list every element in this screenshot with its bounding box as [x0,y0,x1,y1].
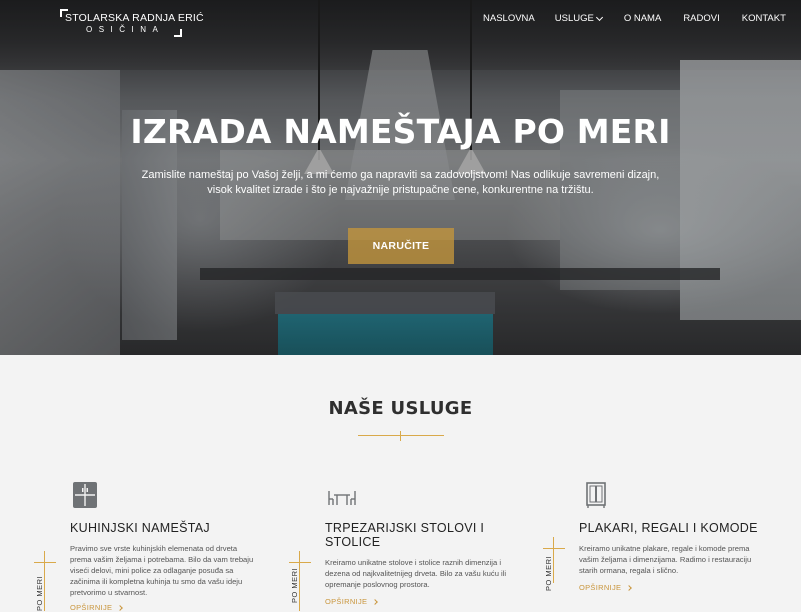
nav-link-usluge-label: USLUGE [554,13,594,24]
nav-link-o-nama[interactable]: O NAMA [624,13,661,24]
vertical-label: PO MERI [35,575,44,611]
section-divider [358,435,444,436]
read-more-link[interactable]: OPŠIRNIJE [579,583,633,592]
hero-title: IZRADA NAMEŠTAJA PO MERI [130,112,671,151]
read-more-link[interactable]: OPŠIRNIJE [325,597,379,606]
hero-banner: STOLARSKA RADNJA ERIĆ OSIČINA NASLOVNA U… [0,0,801,355]
cabinet-icon [72,481,98,509]
section-divider-tick [400,431,401,441]
section-title: NAŠE USLUGE [328,398,473,419]
logo-subtitle: OSIČINA [86,25,165,34]
chevron-right-icon [117,605,124,611]
service-title: TRPEZARIJSKI STOLOVI I STOLICE [325,521,485,549]
service-title: PLAKARI, REGALI I KOMODE [579,521,758,535]
decorative-line [34,562,56,563]
main-nav: NASLOVNA USLUGE O NAMA RADOVI KONTAKT [483,13,786,24]
nav-link-radovi[interactable]: RADOVI [683,13,719,24]
vertical-label: PO MERI [544,555,553,591]
service-description: Kreiramo unikatne stolove i stolice razn… [325,558,507,589]
chevron-right-icon [372,599,379,605]
wardrobe-icon [585,481,611,509]
nav-link-kontakt[interactable]: KONTAKT [742,13,786,24]
decorative-line [553,537,554,583]
read-more-label: OPŠIRNIJE [579,583,622,592]
service-title: KUHINJSKI NAMEŠTAJ [70,521,210,535]
chevron-down-icon [595,13,603,21]
hero-subtitle: Zamislite nameštaj po Vašoj želji, a mi … [141,169,660,196]
decorative-line [289,562,311,563]
logo-corner [174,29,182,37]
table-chairs-icon [327,481,357,509]
logo-title: STOLARSKA RADNJA ERIĆ [65,12,204,24]
read-more-label: OPŠIRNIJE [325,597,368,606]
service-card-wardrobes: PLAKARI, REGALI I KOMODE Kreiramo unikat… [579,475,799,611]
site-logo[interactable]: STOLARSKA RADNJA ERIĆ OSIČINA [60,9,204,37]
decorative-line [299,551,300,611]
nav-link-usluge[interactable]: USLUGE [554,13,603,24]
decorative-line [543,548,565,549]
service-card-dining: TRPEZARIJSKI STOLOVI I STOLICE Kreiramo … [325,475,545,611]
order-button[interactable]: NARUČITE [348,228,454,264]
decorative-line [44,551,45,611]
vertical-label: PO MERI [290,567,299,603]
service-description: Kreiramo unikatne plakare, regale i komo… [579,544,752,575]
nav-link-naslovna[interactable]: NASLOVNA [483,13,535,24]
chevron-right-icon [626,585,633,591]
service-card-kitchen: KUHINJSKI NAMEŠTAJ Pravimo sve vrste kuh… [70,475,290,612]
services-section: NAŠE USLUGE KUHINJSKI NAMEŠTAJ Pravimo s… [0,355,801,612]
service-description: Pravimo sve vrste kuhinjskih elemenata o… [70,544,254,597]
